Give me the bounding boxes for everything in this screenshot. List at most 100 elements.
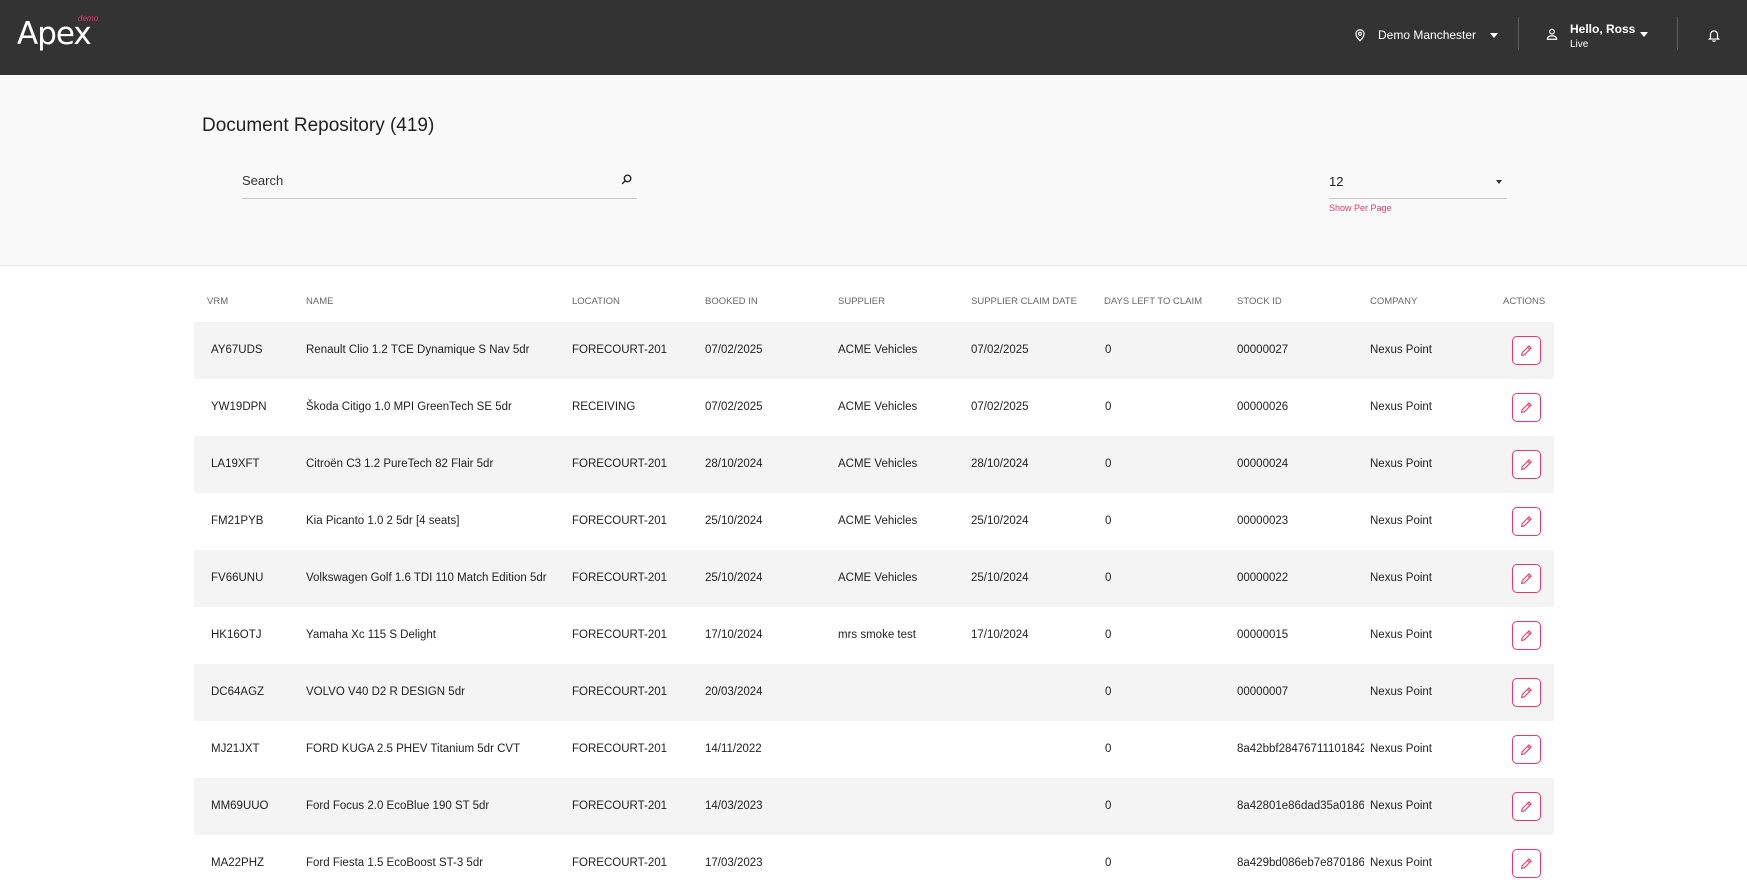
cell-name: Škoda Citigo 1.0 MPI GreenTech SE 5dr [306,401,512,413]
cell-company: Nexus Point [1370,686,1433,698]
table-header: VRM NAME LOCATION BOOKED IN SUPPLIER SUP… [194,266,1554,322]
cell-booked-in: 17/03/2023 [705,857,763,869]
edit-button[interactable] [1512,336,1541,365]
cell-stock-id: 8a42801e86dad35a0186 [1237,800,1364,812]
edit-pencil-icon [1520,744,1532,756]
cell-supplier-claim-date [971,664,1099,721]
edit-button[interactable] [1512,621,1541,650]
chevron-down-icon [1496,180,1502,184]
cell-supplier [838,721,966,778]
cell-vrm: HK16OTJ [211,629,262,641]
cell-supplier-claim-date: 25/10/2024 [971,515,1029,527]
table-row[interactable]: HK16OTJ Yamaha Xc 115 S Delight FORECOUR… [194,607,1554,664]
column-header-supplier[interactable]: SUPPLIER [838,296,885,307]
cell-supplier-claim-date: 28/10/2024 [971,458,1029,470]
edit-button[interactable] [1512,849,1541,878]
edit-pencil-icon [1520,630,1532,642]
cell-vrm: LA19XFT [211,458,260,470]
cell-company: Nexus Point [1370,572,1433,584]
edit-button[interactable] [1512,507,1541,536]
table-row[interactable]: AY67UDS Renault Clio 1.2 TCE Dynamique S… [194,322,1554,379]
column-header-days-left[interactable]: DAYS LEFT TO CLAIM [1104,296,1202,307]
per-page-hint: Show Per Page [1329,203,1392,213]
cell-booked-in: 25/10/2024 [705,572,763,584]
page-title: Document Repository (419) [202,115,435,136]
filter-panel: Document Repository (419) 12 [0,75,1747,266]
bell-icon[interactable] [1707,27,1721,43]
cell-company: Nexus Point [1370,629,1433,641]
cell-supplier [838,778,966,835]
cell-location: FORECOURT-201 [572,686,668,698]
cell-booked-in: 07/02/2025 [705,401,763,413]
cell-stock-id: 00000026 [1237,401,1289,413]
cell-name: Yamaha Xc 115 S Delight [306,629,436,641]
topbar-divider [1677,17,1678,50]
cell-supplier: ACME Vehicles [838,572,918,584]
edit-button[interactable] [1512,564,1541,593]
cell-company: Nexus Point [1370,344,1433,356]
cell-days-left: 0 [1105,800,1112,812]
cell-stock-id: 8a429bd086eb7e870186 [1237,857,1364,869]
edit-button[interactable] [1512,450,1541,479]
search-input[interactable] [242,166,602,194]
table-row[interactable]: FV66UNU Volkswagen Golf 1.6 TDI 110 Matc… [194,550,1554,607]
column-header-location[interactable]: LOCATION [572,296,620,307]
table-row[interactable]: LA19XFT Citroën C3 1.2 PureTech 82 Flair… [194,436,1554,493]
cell-supplier: mrs smoke test [838,629,916,641]
cell-days-left: 0 [1105,515,1112,527]
cell-vrm: FM21PYB [211,515,264,527]
cell-supplier: ACME Vehicles [838,344,918,356]
cell-company: Nexus Point [1370,458,1433,470]
cell-days-left: 0 [1105,686,1112,698]
cell-supplier-claim-date [971,778,1099,835]
cell-booked-in: 14/03/2023 [705,800,763,812]
cell-location: FORECOURT-201 [572,458,668,470]
cell-vrm: YW19DPN [211,401,267,413]
cell-location: FORECOURT-201 [572,629,668,641]
user-icon [1546,28,1558,40]
column-header-booked-in[interactable]: BOOKED IN [705,296,758,307]
column-header-supplier-claim-date[interactable]: SUPPLIER CLAIM DATE [971,296,1077,307]
column-header-vrm[interactable]: VRM [207,296,228,307]
cell-location: FORECOURT-201 [572,572,668,584]
top-bar: Apex demo Demo Manchester Hello, Ross Li… [0,0,1747,75]
search-icon[interactable] [620,173,633,186]
cell-stock-id: 00000007 [1237,686,1289,698]
cell-days-left: 0 [1105,629,1112,641]
cell-location: FORECOURT-201 [572,515,668,527]
table-row[interactable]: FM21PYB Kia Picanto 1.0 2 5dr [4 seats] … [194,493,1554,550]
cell-name: Renault Clio 1.2 TCE Dynamique S Nav 5dr [306,344,530,356]
cell-vrm: AY67UDS [211,344,263,356]
edit-button[interactable] [1512,393,1541,422]
cell-supplier-claim-date [971,835,1099,887]
column-header-name[interactable]: NAME [306,296,333,307]
table-body: AY67UDS Renault Clio 1.2 TCE Dynamique S… [194,322,1554,887]
cell-supplier-claim-date [971,721,1099,778]
per-page-select[interactable]: 12 [1329,166,1507,199]
column-header-company[interactable]: COMPANY [1370,296,1417,307]
table-row[interactable]: DC64AGZ VOLVO V40 D2 R DESIGN 5dr FORECO… [194,664,1554,721]
table-row[interactable]: YW19DPN Škoda Citigo 1.0 MPI GreenTech S… [194,379,1554,436]
cell-days-left: 0 [1105,572,1112,584]
cell-booked-in: 25/10/2024 [705,515,763,527]
column-header-stock-id[interactable]: STOCK ID [1237,296,1282,307]
cell-supplier-claim-date: 07/02/2025 [971,344,1029,356]
table-row[interactable]: MA22PHZ Ford Fiesta 1.5 EcoBoost ST-3 5d… [194,835,1554,887]
cell-booked-in: 07/02/2025 [705,344,763,356]
cell-vrm: MA22PHZ [211,857,265,869]
cell-location: FORECOURT-201 [572,857,668,869]
cell-name: Volkswagen Golf 1.6 TDI 110 Match Editio… [306,572,547,584]
table-row[interactable]: MM69UUO Ford Focus 2.0 EcoBlue 190 ST 5d… [194,778,1554,835]
edit-button[interactable] [1512,792,1541,821]
cell-company: Nexus Point [1370,401,1433,413]
cell-stock-id: 00000015 [1237,629,1289,641]
search-field[interactable] [242,166,637,199]
cell-booked-in: 17/10/2024 [705,629,763,641]
location-selector[interactable]: Demo Manchester [1353,25,1499,45]
edit-button[interactable] [1512,735,1541,764]
edit-button[interactable] [1512,678,1541,707]
cell-supplier-claim-date: 07/02/2025 [971,401,1029,413]
apex-logo[interactable]: Apex demo [17,14,98,54]
per-page-value: 12 [1329,174,1344,189]
table-row[interactable]: MJ21JXT FORD KUGA 2.5 PHEV Titanium 5dr … [194,721,1554,778]
